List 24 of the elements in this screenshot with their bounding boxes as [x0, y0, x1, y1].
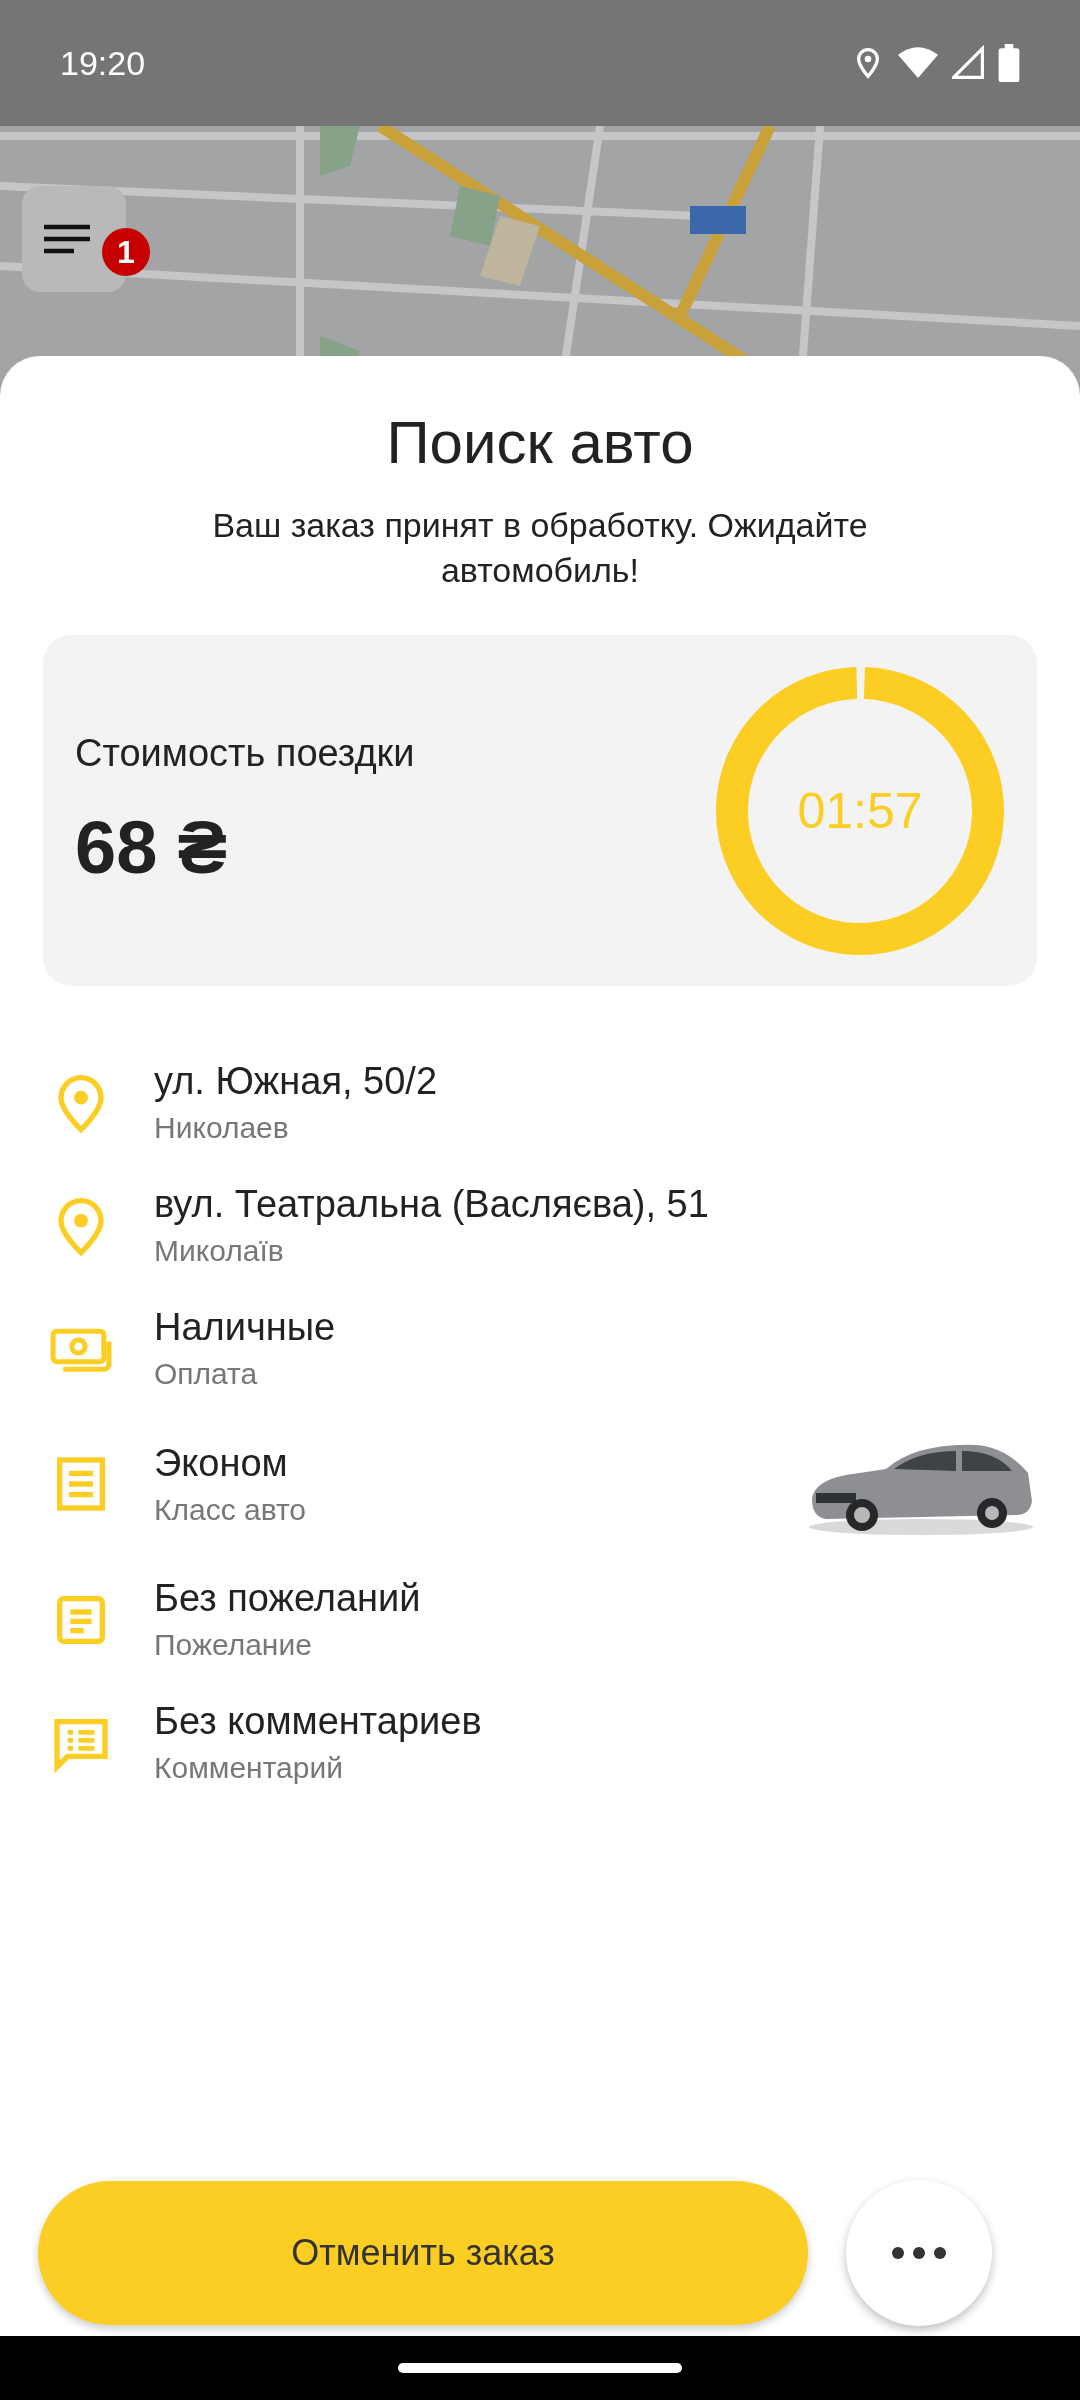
signal-icon: [952, 44, 984, 82]
sheet-title: Поиск авто: [386, 408, 694, 477]
status-message: Ваш заказ принят в обработку. Ожидайте автомобиль!: [211, 505, 869, 591]
detail-subtitle: Комментарий: [154, 1751, 344, 1785]
detail-subtitle: Николаев: [154, 1111, 290, 1145]
detail-title: Эконом: [154, 1441, 289, 1485]
detail-title: Без комментариев: [154, 1700, 483, 1743]
timer-text: 01:57: [797, 782, 923, 839]
fare-price: 68 ₴: [75, 804, 229, 890]
detail-title: Без пожеланий: [154, 1577, 422, 1620]
detail-subtitle: Миколаїв: [154, 1234, 285, 1268]
detail-title: Наличные: [154, 1306, 337, 1349]
battery-icon: [998, 44, 1020, 82]
fare-label: Стоимость поездки: [75, 731, 416, 775]
detail-title: вул. Театральна (Васляєва), 51: [154, 1183, 710, 1226]
detail-title: ул. Южная, 50/2: [154, 1060, 439, 1103]
status-time: 19:20: [60, 43, 147, 83]
detail-subtitle: Пожелание: [154, 1628, 313, 1662]
more-icon: [891, 2246, 947, 2260]
more-button[interactable]: [846, 2180, 992, 2326]
detail-subtitle: Класс авто: [154, 1492, 308, 1527]
home-indicator[interactable]: [398, 2363, 682, 2373]
detail-subtitle: Оплата: [154, 1357, 259, 1391]
cancel-order-button[interactable]: Отменить заказ: [38, 2181, 808, 2325]
